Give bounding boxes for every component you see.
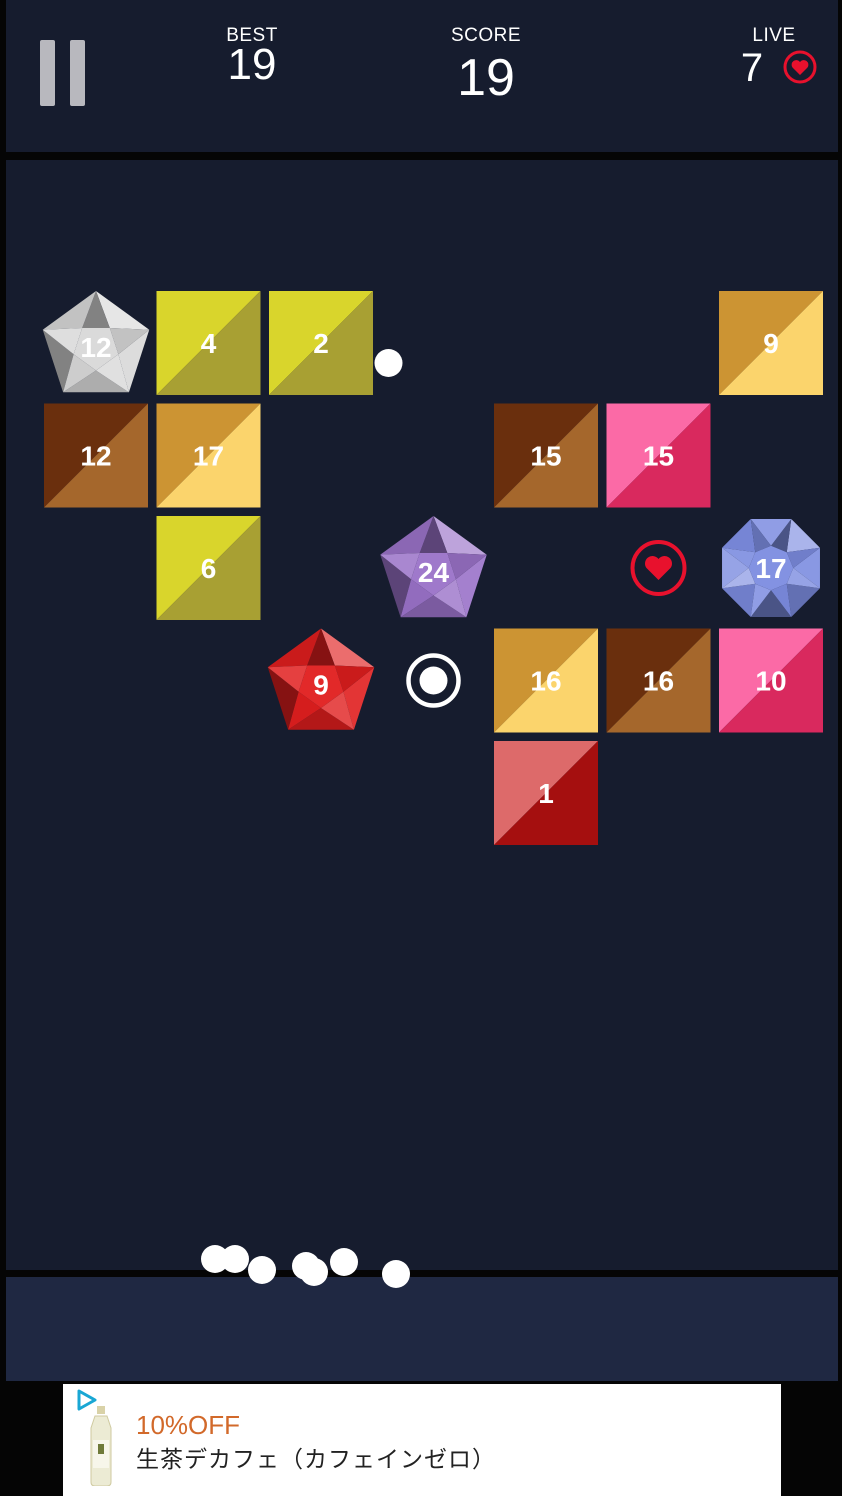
block-hits-label: 16 (530, 666, 561, 697)
square-block: 1 (494, 741, 598, 845)
ball (374, 349, 403, 377)
block-hits-label: 15 (643, 441, 674, 472)
launch-ball (382, 1260, 410, 1288)
square-block: 4 (156, 291, 261, 395)
playfield-layer: 12 4 2 9 12 17 15 15 6 24 17 9 16 16 10 1 (42, 291, 823, 1288)
block-hits-label: 1 (538, 778, 554, 809)
pentagon-block: 9 (267, 628, 375, 730)
pentagon-block: 24 (380, 516, 487, 618)
block-hits-label: 17 (755, 553, 786, 584)
block-hits-label: 6 (201, 553, 217, 584)
launch-ball (248, 1256, 276, 1284)
square-block: 16 (494, 628, 598, 733)
pentagon-block: 12 (42, 291, 150, 393)
launch-ball (330, 1248, 358, 1276)
block-hits-label: 4 (201, 328, 217, 359)
block-hits-label: 12 (80, 441, 111, 472)
target-ring-icon (406, 653, 461, 708)
block-hits-label: 24 (418, 557, 450, 588)
square-block: 2 (269, 291, 373, 395)
ad-product-text[interactable]: 生茶デカフェ（カフェインゼロ） (136, 1440, 496, 1474)
ad-discount-text[interactable]: 10%OFF (136, 1410, 240, 1441)
launch-ball (300, 1258, 328, 1286)
square-block: 12 (44, 403, 148, 508)
heart-ring-icon (630, 540, 687, 596)
tea-bottle-image (90, 1406, 112, 1486)
ad-banner[interactable]: 10%OFF 生茶デカフェ（カフェインゼロ） (63, 1384, 781, 1496)
block-hits-label: 12 (80, 332, 111, 363)
square-block: 9 (719, 291, 823, 395)
square-block: 16 (606, 628, 711, 733)
octagon-block: 17 (722, 519, 820, 617)
block-hits-label: 17 (193, 441, 224, 472)
square-block: 6 (156, 516, 261, 620)
block-hits-label: 16 (643, 666, 674, 697)
block-hits-label: 9 (763, 328, 779, 359)
square-block: 15 (494, 403, 598, 508)
launch-ball (221, 1245, 249, 1273)
square-block: 10 (719, 628, 823, 733)
square-block: 17 (156, 403, 261, 508)
block-hits-label: 2 (313, 328, 329, 359)
block-hits-label: 9 (313, 670, 329, 701)
square-block: 15 (606, 403, 711, 508)
block-hits-label: 10 (755, 666, 786, 697)
block-hits-label: 15 (530, 441, 561, 472)
